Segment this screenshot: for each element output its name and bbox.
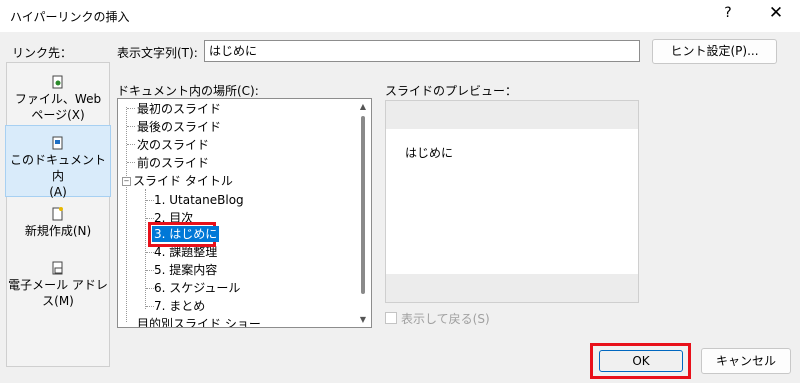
link-to-this-document[interactable]: このドキュメント内 (A)	[5, 125, 111, 199]
show-and-return-checkbox[interactable]	[385, 312, 397, 324]
new-document-icon	[52, 207, 63, 221]
tree-item[interactable]: 1. UtataneBlog	[154, 192, 244, 208]
link-to-file-web[interactable]: ファイル、Web ページ(X)	[7, 73, 109, 129]
scroll-down-icon[interactable]: ▼	[358, 315, 368, 324]
tree-line	[146, 306, 154, 307]
cancel-button[interactable]: キャンセル	[701, 348, 791, 374]
place-in-document-tree[interactable]: − 最初のスライド 最後のスライド 次のスライド 前のスライド スライド タイト…	[117, 98, 372, 328]
tree-line	[127, 144, 135, 145]
link-to-file-web-line1: ファイル、Web	[14, 92, 102, 106]
tree-item[interactable]: 7. まとめ	[154, 298, 205, 314]
link-to-new-document-label: 新規作成(N)	[24, 224, 92, 238]
slide-preview	[385, 100, 639, 303]
dialog-title: ハイパーリンクの挿入	[10, 10, 130, 24]
ok-button[interactable]: OK	[599, 350, 683, 372]
tree-line	[146, 200, 154, 201]
tree-line	[146, 288, 154, 289]
close-button[interactable]: ✕	[766, 3, 786, 23]
scroll-up-icon[interactable]: ▲	[358, 102, 368, 111]
preview-bottom-band	[386, 274, 638, 302]
link-to-email-line1: 電子メール アドレ	[8, 278, 108, 292]
this-document-icon	[52, 136, 63, 150]
tree-line	[126, 107, 127, 322]
help-button[interactable]: ?	[720, 5, 736, 21]
tree-item[interactable]: 前のスライド	[137, 155, 209, 171]
place-in-document-label: ドキュメント内の場所(C):	[117, 84, 259, 98]
file-web-icon	[52, 75, 63, 89]
email-icon	[52, 261, 63, 275]
display-text-input[interactable]: はじめに	[204, 40, 640, 62]
tree-item-selected[interactable]: 3. はじめに	[152, 226, 220, 242]
link-to-pane: ファイル、Web ページ(X) このドキュメント内 (A) 新規作成(N) 電子…	[5, 62, 111, 367]
screen-tip-button[interactable]: ヒント設定(P)...	[652, 39, 777, 64]
tree-item[interactable]: スライド タイトル	[133, 173, 233, 189]
link-to-file-web-line2: ページ(X)	[31, 108, 85, 122]
tree-item[interactable]: 5. 提案内容	[154, 262, 217, 278]
slide-preview-text: はじめに	[405, 146, 454, 160]
tree-item[interactable]: 次のスライド	[137, 137, 209, 153]
slide-preview-label: スライドのプレビュー：	[385, 84, 518, 98]
link-to-email-line2: ス(M)	[42, 294, 74, 308]
tree-line	[127, 126, 135, 127]
tree-line	[127, 162, 135, 163]
link-to-this-document-line1: このドキュメント内	[9, 153, 106, 183]
link-to-this-document-line2: (A)	[49, 185, 67, 199]
tree-line	[146, 252, 154, 253]
tree-item[interactable]: 最後のスライド	[137, 119, 221, 135]
tree-line	[145, 189, 146, 309]
tree-line	[146, 270, 154, 271]
link-to-label: リンク先：	[12, 46, 73, 60]
collapse-icon[interactable]: −	[122, 177, 131, 186]
preview-top-band	[386, 101, 638, 129]
scroll-thumb[interactable]	[361, 116, 365, 294]
show-and-return-label: 表示して戻る(S)	[401, 312, 490, 326]
tree-line	[127, 108, 135, 109]
link-to-email[interactable]: 電子メール アドレ ス(M)	[7, 261, 109, 313]
link-to-new-document[interactable]: 新規作成(N)	[7, 207, 109, 243]
tree-item[interactable]: 6. スケジュール	[154, 280, 240, 296]
display-text-label: 表示文字列(T):	[117, 46, 198, 60]
tree-item[interactable]: 最初のスライド	[137, 101, 221, 117]
tree-item[interactable]: 目的別スライド ショー	[137, 316, 261, 327]
tree-line	[146, 218, 154, 219]
